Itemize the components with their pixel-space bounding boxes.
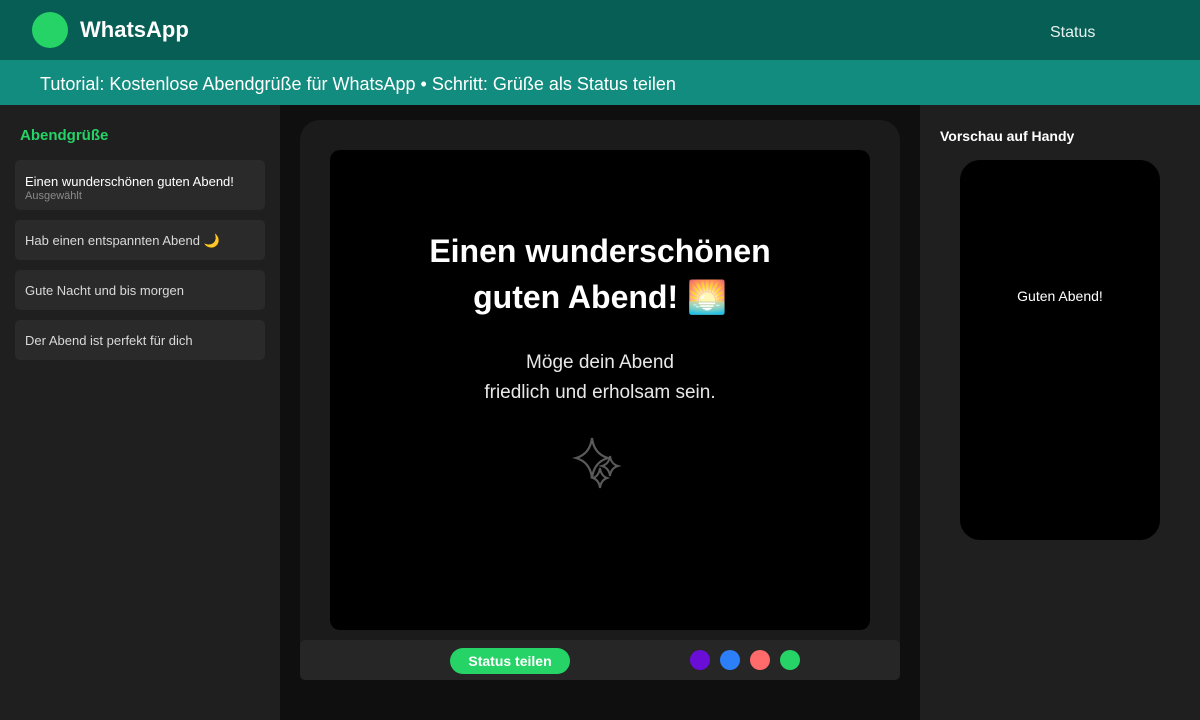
color-swatch-blue[interactable] bbox=[720, 650, 740, 670]
canvas-message-line: friedlich und erholsam sein. bbox=[484, 382, 716, 403]
greeting-item[interactable]: Gute Nacht und bis morgen bbox=[15, 270, 265, 310]
greeting-item[interactable]: Der Abend ist perfekt für dich bbox=[15, 320, 265, 360]
greeting-item-label: Hab einen entspannten Abend 🌙 bbox=[25, 233, 220, 248]
canvas-title: Einen wunderschönen guten Abend! 🌅 bbox=[330, 228, 870, 320]
preview-title: Vorschau auf Handy bbox=[940, 128, 1075, 144]
color-swatch-red[interactable] bbox=[750, 650, 770, 670]
canvas-message-line: Möge dein Abend bbox=[526, 352, 674, 373]
tutorial-step-text: Tutorial: Kostenlose Abendgrüße für What… bbox=[40, 74, 676, 94]
editor-toolbar bbox=[300, 640, 900, 680]
status-nav-link[interactable]: Status bbox=[1050, 24, 1095, 42]
canvas-title-line: guten Abend! 🌅 bbox=[473, 279, 727, 315]
selected-indicator: Ausgewählt bbox=[25, 190, 82, 202]
sparkles-icon bbox=[572, 437, 622, 489]
greeting-item-label: Gute Nacht und bis morgen bbox=[25, 283, 184, 298]
phone-preview bbox=[960, 160, 1160, 540]
color-swatch-green[interactable] bbox=[780, 650, 800, 670]
greeting-item-label: Der Abend ist perfekt für dich bbox=[25, 333, 193, 348]
sidebar-title: Abendgrüße bbox=[20, 127, 109, 144]
greeting-item-selected[interactable]: Einen wunderschönen guten Abend! Ausgewä… bbox=[15, 160, 265, 210]
greeting-item-label: Einen wunderschönen guten Abend! bbox=[25, 174, 234, 189]
canvas-message: Möge dein Abend friedlich und erholsam s… bbox=[330, 348, 870, 408]
canvas-title-line: Einen wunderschönen bbox=[429, 233, 771, 269]
color-swatch-purple[interactable] bbox=[690, 650, 710, 670]
share-status-button[interactable]: Status teilen bbox=[450, 648, 570, 674]
phone-preview-text: Guten Abend! bbox=[1017, 288, 1103, 304]
whatsapp-logo bbox=[32, 12, 68, 48]
greeting-item[interactable]: Hab einen entspannten Abend 🌙 bbox=[15, 220, 265, 260]
app-title: WhatsApp bbox=[80, 17, 189, 42]
